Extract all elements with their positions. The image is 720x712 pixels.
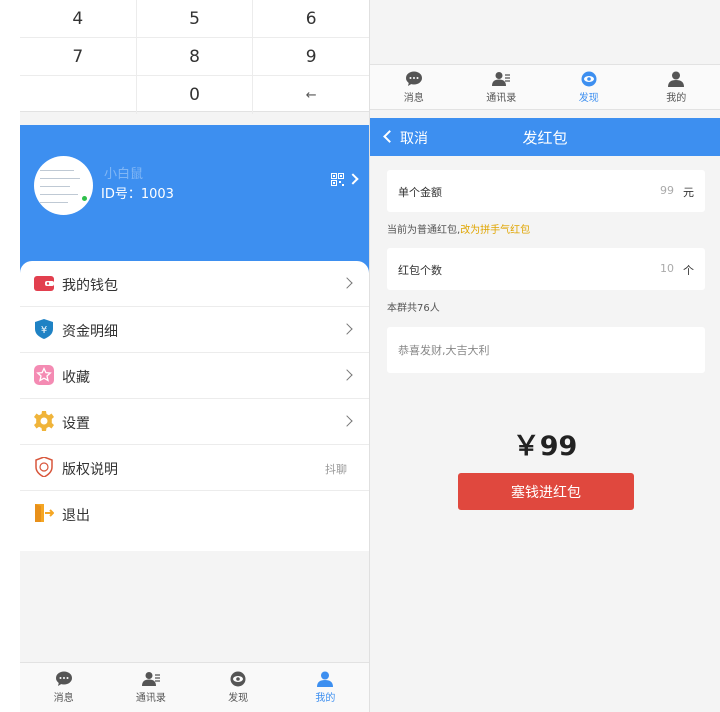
avatar[interactable] (34, 156, 93, 215)
copyright-icon (35, 457, 53, 477)
menu-item-label: 退出 (62, 508, 90, 524)
tab-label: 我的 (666, 92, 687, 104)
menu-item-favorites[interactable]: 收藏 (20, 353, 369, 399)
amount-input[interactable]: 99 (660, 184, 674, 197)
key-5[interactable]: 5 (137, 0, 254, 37)
profile-header: 小白鼠 ID号：1003 (20, 125, 369, 275)
nickname: 小白鼠 (104, 167, 144, 182)
chat-icon (405, 71, 422, 86)
user-id: ID号：1003 (101, 187, 174, 202)
greeting-input[interactable]: 恭喜发财,大吉大利 (398, 342, 490, 358)
menu-item-fund-details[interactable]: ¥ 资金明细 (20, 307, 369, 353)
chevron-right-icon (341, 415, 353, 427)
menu-item-logout[interactable]: 退出 (20, 491, 369, 537)
tab-label: 消息 (403, 92, 424, 104)
star-icon (34, 365, 54, 385)
profile-screen: 4 5 6 7 8 9 0 ← 小白鼠 ID号：1003 我的钱包 ¥ 资金明细… (20, 0, 369, 712)
bottom-tab-bar: 消息 通讯录 发现 我的 (20, 662, 369, 712)
yen-shield-icon: ¥ (35, 319, 53, 339)
exit-icon (35, 504, 54, 522)
keypad-row: 0 ← (20, 76, 369, 114)
hint-text: 当前为普通红包, (387, 225, 461, 236)
red-packet-screen: 消息 通讯录 发现 我的 取消 发红包 单个金额 99 元 当前为普通红包,改为… (370, 0, 720, 712)
switch-lucky-packet-link[interactable]: 改为拼手气红包 (460, 225, 530, 236)
eye-icon (581, 71, 597, 86)
tab-label: 消息 (53, 693, 74, 704)
menu-item-wallet[interactable]: 我的钱包 (20, 261, 369, 307)
gear-icon (34, 411, 54, 431)
group-member-count: 本群共76人 (387, 303, 440, 314)
tab-discover[interactable]: 发现 (195, 663, 282, 712)
copyright-owner: 抖聊 (325, 463, 347, 476)
total-amount: ￥99 (512, 431, 578, 462)
count-label: 红包个数 (398, 264, 442, 277)
menu-item-label: 设置 (62, 416, 90, 432)
tab-label: 发现 (578, 92, 599, 104)
amount-label: 单个金额 (398, 186, 442, 199)
keypad-row: 4 5 6 (20, 0, 369, 38)
send-red-packet-button[interactable]: 塞钱进红包 (458, 473, 634, 510)
count-field[interactable]: 红包个数 10 个 (387, 248, 705, 290)
menu-list: 我的钱包 ¥ 资金明细 收藏 设置 版权说明 抖聊 退出 (20, 261, 369, 551)
count-unit: 个 (683, 264, 694, 277)
person-icon (668, 71, 685, 87)
key-0[interactable]: 0 (137, 76, 254, 114)
tab-discover[interactable]: 发现 (545, 65, 633, 109)
menu-item-label: 资金明细 (62, 324, 118, 340)
menu-item-label: 版权说明 (62, 462, 118, 478)
key-7[interactable]: 7 (20, 38, 137, 75)
backspace-key[interactable]: ← (253, 76, 369, 114)
chevron-right-icon[interactable] (347, 173, 359, 185)
amount-field[interactable]: 单个金额 99 元 (387, 170, 705, 212)
key-6[interactable]: 6 (253, 0, 369, 37)
menu-item-label: 收藏 (62, 370, 90, 386)
svg-text:¥: ¥ (41, 325, 47, 336)
tab-contacts[interactable]: 通讯录 (107, 663, 194, 712)
greeting-field[interactable]: 恭喜发财,大吉大利 (387, 327, 705, 373)
amount-unit: 元 (683, 186, 694, 199)
tab-messages[interactable]: 消息 (370, 65, 458, 109)
tab-label: 通讯录 (486, 92, 517, 104)
key-4[interactable]: 4 (20, 0, 137, 37)
key-blank (20, 76, 137, 114)
numeric-keypad: 4 5 6 7 8 9 0 ← (20, 0, 369, 114)
keypad-row: 7 8 9 (20, 38, 369, 76)
tab-me[interactable]: 我的 (633, 65, 720, 109)
tab-contacts[interactable]: 通讯录 (458, 65, 546, 109)
tab-label: 我的 (315, 693, 336, 704)
tab-label: 通讯录 (135, 693, 166, 704)
top-tab-bar: 消息 通讯录 发现 我的 (370, 64, 720, 110)
count-input[interactable]: 10 (660, 262, 674, 275)
wallet-icon (34, 276, 54, 291)
tab-label: 发现 (228, 693, 249, 704)
screen: 4 5 6 7 8 9 0 ← 小白鼠 ID号：1003 我的钱包 ¥ 资金明细… (0, 0, 720, 712)
contacts-icon (141, 672, 160, 686)
menu-item-label: 我的钱包 (62, 278, 118, 294)
nav-header: 取消 发红包 (370, 118, 720, 156)
chevron-right-icon (341, 323, 353, 335)
chevron-right-icon (341, 277, 353, 289)
menu-item-settings[interactable]: 设置 (20, 399, 369, 445)
qr-code-icon[interactable] (331, 173, 344, 186)
packet-type-hint: 当前为普通红包,改为拼手气红包 (387, 221, 530, 236)
key-8[interactable]: 8 (137, 38, 254, 75)
chevron-right-icon (341, 369, 353, 381)
person-icon (317, 671, 334, 687)
menu-item-copyright[interactable]: 版权说明 抖聊 (20, 445, 369, 491)
tab-messages[interactable]: 消息 (20, 663, 107, 712)
key-9[interactable]: 9 (253, 38, 369, 75)
eye-icon (230, 671, 246, 687)
contacts-icon (492, 71, 511, 86)
tab-me[interactable]: 我的 (282, 663, 369, 712)
page-title: 发红包 (522, 129, 568, 147)
chat-icon (55, 671, 72, 686)
